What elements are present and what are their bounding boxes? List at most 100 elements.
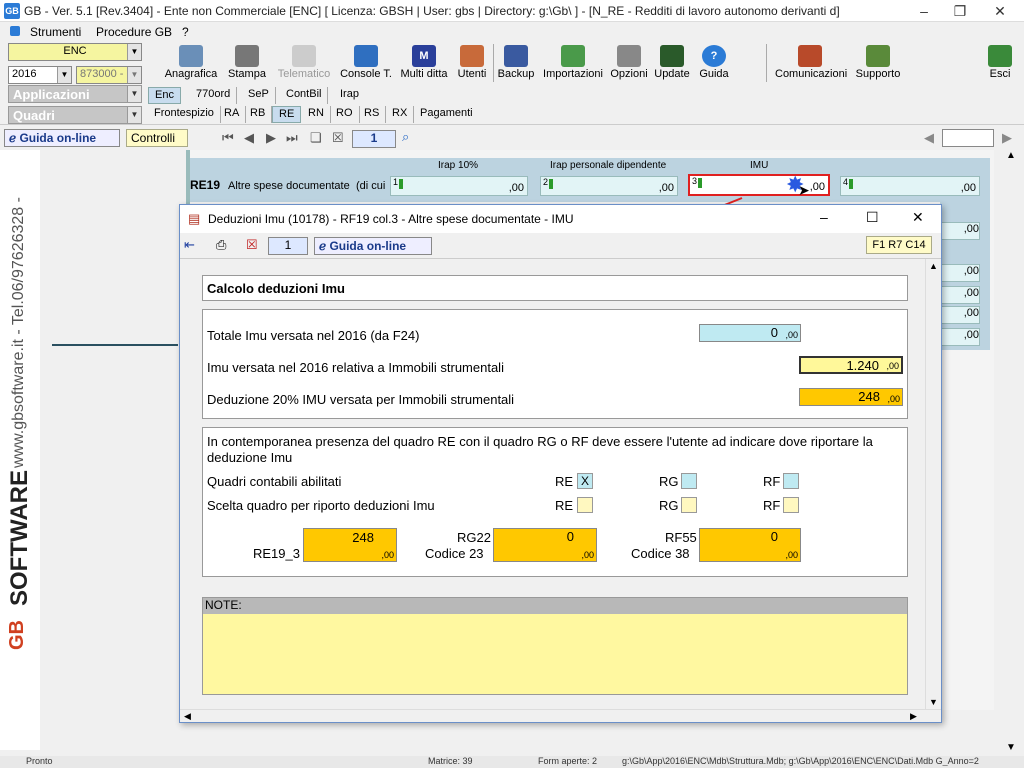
right-cell[interactable]: ,00 bbox=[940, 286, 980, 304]
close-button[interactable]: ✕ bbox=[980, 0, 1020, 22]
console-button[interactable]: Console T. bbox=[338, 42, 394, 84]
re-scelta-checkbox[interactable] bbox=[577, 497, 593, 513]
right-cell[interactable]: ,00 bbox=[940, 328, 980, 346]
supporto-button[interactable]: Supporto bbox=[850, 42, 906, 84]
menu-help[interactable]: ? bbox=[182, 25, 189, 39]
rf-scelta-checkbox[interactable] bbox=[783, 497, 799, 513]
tab-ra[interactable]: RA bbox=[218, 106, 247, 123]
delete-page-icon[interactable]: ☒ bbox=[332, 130, 344, 146]
delete-icon[interactable]: ☒ bbox=[246, 237, 258, 253]
minimize-button[interactable]: – bbox=[904, 0, 944, 22]
rg-checkbox[interactable] bbox=[681, 473, 697, 489]
form-icon: ▤ bbox=[188, 211, 201, 226]
goto-input[interactable] bbox=[942, 129, 994, 147]
irap10-field[interactable]: 1,00 bbox=[390, 176, 528, 196]
irap-pers-field[interactable]: 2,00 bbox=[540, 176, 678, 196]
dialog-close-button[interactable]: ✕ bbox=[912, 209, 924, 226]
tab-rb[interactable]: RB bbox=[244, 106, 273, 123]
rg-scelta-checkbox[interactable] bbox=[681, 497, 697, 513]
tab-contbil[interactable]: ContBil bbox=[280, 87, 329, 104]
green-marker-icon bbox=[698, 178, 702, 188]
scelta-label: Scelta quadro per riporto deduzioni Imu bbox=[207, 498, 435, 513]
tab-frontespizio[interactable]: Frontespizio bbox=[148, 106, 221, 123]
right-cell[interactable]: ,00 bbox=[940, 264, 980, 282]
info-text: In contemporanea presenza del quadro RE … bbox=[207, 434, 873, 465]
tab-770ord[interactable]: 770ord bbox=[190, 87, 238, 104]
dialog-minimize-button[interactable]: – bbox=[820, 209, 828, 225]
scroll-left-icon[interactable]: ◀ bbox=[184, 711, 191, 722]
totale-input[interactable]: 0,00 bbox=[699, 324, 801, 342]
update-button[interactable]: Update bbox=[652, 42, 692, 84]
tab-ro[interactable]: RO bbox=[330, 106, 360, 123]
re-checkbox[interactable]: X bbox=[577, 473, 593, 489]
right-cells: ,00 ,00 ,00 ,00 ,00 bbox=[940, 202, 990, 350]
menu-strumenti[interactable]: Strumenti bbox=[30, 25, 81, 39]
strumentali-input[interactable]: 1.240,00 bbox=[799, 356, 903, 374]
utenti-button[interactable]: Utenti bbox=[454, 42, 490, 84]
scroll-down-icon[interactable]: ▼ bbox=[1006, 742, 1016, 753]
right-cell[interactable]: ,00 bbox=[940, 306, 980, 324]
tab-sep[interactable]: SeP bbox=[242, 87, 276, 104]
year-select[interactable]: 2016 ▼ bbox=[8, 66, 72, 84]
backup-button[interactable]: Backup bbox=[496, 42, 536, 84]
opzioni-button[interactable]: Opzioni bbox=[608, 42, 650, 84]
note-section[interactable]: NOTE: bbox=[202, 597, 908, 695]
main-scrollbar[interactable]: ▲ ▼ bbox=[1002, 150, 1022, 756]
menu-procedure[interactable]: Procedure GB bbox=[96, 25, 172, 39]
dialog-page-number[interactable]: 1 bbox=[268, 237, 308, 255]
telematico-icon bbox=[292, 45, 316, 67]
last-page-icon[interactable]: ⏭ bbox=[286, 130, 298, 146]
tab-rn[interactable]: RN bbox=[302, 106, 331, 123]
dialog-maximize-button[interactable]: ☐ bbox=[866, 209, 879, 226]
dialog-guida-button[interactable]: ℯ Guida on-line bbox=[314, 237, 432, 255]
printer-icon bbox=[235, 45, 259, 67]
anagrafica-button[interactable]: Anagrafica bbox=[162, 42, 220, 84]
multiditta-button[interactable]: M Multi ditta bbox=[398, 42, 450, 84]
tab-re[interactable]: RE bbox=[272, 106, 302, 123]
restore-button[interactable]: ❐ bbox=[940, 0, 980, 22]
importazioni-button[interactable]: Importazioni bbox=[540, 42, 606, 84]
code-select[interactable]: 873000 - ▼ bbox=[76, 66, 142, 84]
toolbar-divider bbox=[766, 44, 767, 82]
update-icon bbox=[660, 45, 684, 67]
page-number[interactable]: 1 bbox=[352, 130, 396, 148]
telematico-button[interactable]: Telematico bbox=[274, 42, 334, 84]
prev-page-icon[interactable]: ◀ bbox=[244, 130, 254, 146]
rf55-label: RF55 bbox=[665, 530, 697, 545]
tab-rs[interactable]: RS bbox=[358, 106, 387, 123]
dialog-vscroll[interactable]: ▲ ▼ bbox=[925, 259, 941, 711]
first-page-icon[interactable]: ⏮ bbox=[222, 130, 234, 146]
dialog-hscroll[interactable]: ◀ ▶ bbox=[180, 709, 941, 722]
scroll-left-icon[interactable]: ◀ bbox=[924, 130, 934, 146]
controlli-button[interactable]: Controlli bbox=[126, 129, 188, 147]
tab-enc[interactable]: Enc bbox=[148, 87, 181, 104]
entity-select[interactable]: ENC ▼ bbox=[8, 43, 142, 61]
multiditta-icon: M bbox=[412, 45, 436, 67]
scroll-right-icon[interactable]: ▶ bbox=[910, 711, 917, 722]
scroll-up-icon[interactable]: ▲ bbox=[929, 261, 938, 271]
guida-online-button[interactable]: ℯ Guida on-line bbox=[4, 129, 120, 147]
search-icon[interactable]: ⌕ bbox=[402, 129, 409, 145]
tab-irap[interactable]: Irap bbox=[334, 87, 365, 104]
scroll-up-icon[interactable]: ▲ bbox=[1006, 150, 1016, 161]
deduzione-label: Deduzione 20% IMU versata per Immobili s… bbox=[207, 392, 515, 407]
printer-icon[interactable]: ⎙ bbox=[216, 237, 226, 253]
rf-checkbox[interactable] bbox=[783, 473, 799, 489]
right-cell[interactable]: ,00 bbox=[940, 222, 980, 240]
quadri-abilitati-label: Quadri contabili abilitati bbox=[207, 474, 342, 489]
applicazioni-select[interactable]: Applicazioni ▼ bbox=[8, 85, 142, 103]
scroll-down-icon[interactable]: ▼ bbox=[929, 697, 938, 707]
exit-icon[interactable]: ⇤ bbox=[184, 237, 195, 253]
comunicazioni-button[interactable]: Comunicazioni bbox=[774, 42, 847, 84]
next-page-icon[interactable]: ▶ bbox=[266, 130, 276, 146]
stampa-button[interactable]: Stampa bbox=[224, 42, 270, 84]
new-page-icon[interactable]: ❏ bbox=[310, 130, 322, 146]
col4-field[interactable]: 4,00 bbox=[840, 176, 980, 196]
rg22-label: RG22 bbox=[457, 530, 491, 545]
esci-button[interactable]: Esci bbox=[982, 42, 1018, 84]
guida-button[interactable]: ? Guida bbox=[696, 42, 732, 84]
tab-pagamenti[interactable]: Pagamenti bbox=[414, 106, 479, 123]
tab-rx[interactable]: RX bbox=[386, 106, 415, 123]
quadri-select[interactable]: Quadri ▼ bbox=[8, 106, 142, 124]
scroll-right-icon[interactable]: ▶ bbox=[1002, 130, 1012, 146]
